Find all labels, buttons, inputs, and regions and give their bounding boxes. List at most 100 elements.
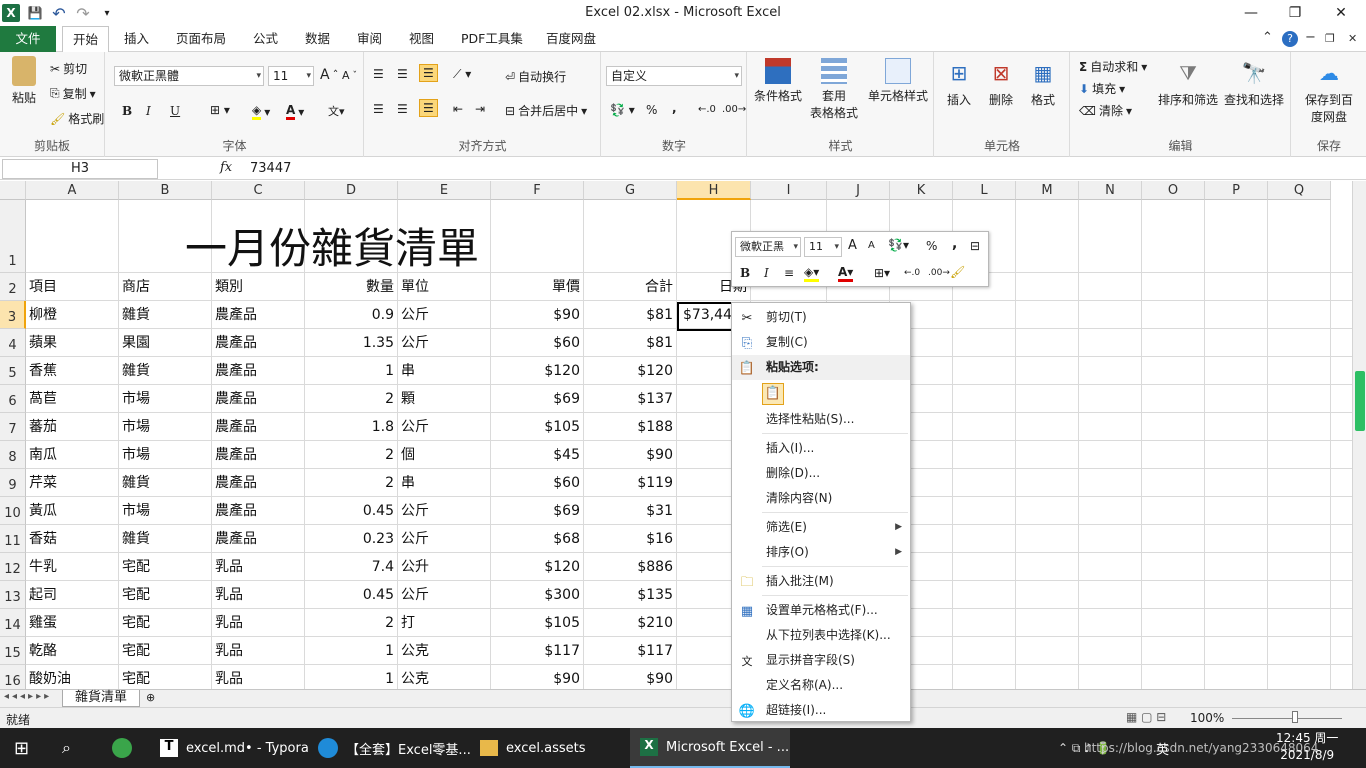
zoom-level[interactable]: 100%	[1190, 711, 1224, 725]
header-cell[interactable]: 類別	[215, 273, 243, 301]
column-header[interactable]: A	[26, 181, 119, 200]
table-cell[interactable]: $135	[584, 581, 673, 609]
column-header[interactable]: Q	[1268, 181, 1331, 200]
sheet-nav-arrows-icon[interactable]: ◂◂◂▸▸▸	[4, 691, 52, 702]
table-cell[interactable]: $69	[491, 497, 580, 525]
taskbar-folder[interactable]: excel.assets	[480, 728, 586, 768]
header-cell[interactable]: 合計	[584, 273, 673, 301]
table-cell[interactable]: 雜貨	[122, 525, 150, 553]
table-cell[interactable]: 2	[305, 385, 394, 413]
header-cell[interactable]: 單價	[491, 273, 580, 301]
comma-button[interactable]: ,	[672, 101, 677, 115]
mini-size-select[interactable]: 11 ▾	[804, 237, 842, 257]
row-header[interactable]: 8	[0, 441, 26, 469]
ribbon-minimize-icon[interactable]: −	[1305, 30, 1316, 45]
align-center-icon[interactable]: ☰	[397, 102, 408, 116]
table-cell[interactable]: 0.9	[305, 301, 394, 329]
column-header[interactable]: M	[1016, 181, 1079, 200]
table-cell[interactable]: 雜貨	[122, 301, 150, 329]
borders-icon[interactable]: ⊞ ▾	[210, 103, 230, 117]
table-cell[interactable]: 香菇	[29, 525, 57, 553]
menu-format-cells[interactable]: ▦ 设置单元格格式(F)...	[732, 598, 910, 623]
table-cell[interactable]: 公斤	[401, 497, 429, 525]
table-cell[interactable]: $120	[491, 357, 580, 385]
menu-insert[interactable]: 插入(I)...	[732, 436, 910, 461]
table-cell[interactable]: 乳品	[215, 665, 243, 689]
restore-button[interactable]: ❐	[1272, 2, 1318, 24]
table-cell[interactable]: $886	[584, 553, 673, 581]
menu-cut[interactable]: ✂ 剪切(T)	[732, 305, 910, 330]
table-cell[interactable]: 1	[305, 665, 394, 689]
table-cell[interactable]: $90	[584, 665, 673, 689]
table-cell[interactable]: 農產品	[215, 357, 257, 385]
table-cell[interactable]: 農產品	[215, 385, 257, 413]
menu-paste-special[interactable]: 选择性粘贴(S)...	[732, 407, 910, 432]
format-table-button[interactable]: 套用 表格格式	[806, 58, 862, 121]
table-cell[interactable]: 起司	[29, 581, 57, 609]
column-header[interactable]: B	[119, 181, 212, 200]
tab-page-layout[interactable]: 页面布局	[166, 26, 236, 52]
align-bottom-icon[interactable]: ☰	[419, 64, 438, 82]
bold-button[interactable]: B	[122, 104, 132, 118]
row-header[interactable]: 3	[0, 301, 26, 329]
table-cell[interactable]: 柳橙	[29, 301, 57, 329]
conditional-format-button[interactable]: 条件格式	[750, 58, 806, 104]
orientation-icon[interactable]: ⟋ ▾	[453, 67, 471, 82]
row-header[interactable]: 16	[0, 665, 26, 689]
tab-view[interactable]: 视图	[399, 26, 444, 52]
menu-pick-from-list[interactable]: 从下拉列表中选择(K)...	[732, 623, 910, 648]
table-cell[interactable]: 0.23	[305, 525, 394, 553]
header-cell[interactable]: 單位	[401, 273, 429, 301]
ribbon-close-icon[interactable]: ✕	[1348, 32, 1357, 45]
decrease-decimal-icon[interactable]: .00→	[722, 104, 746, 115]
tab-file[interactable]: 文件	[0, 26, 56, 52]
table-cell[interactable]: $90	[491, 301, 580, 329]
mini-dec-decimal-icon[interactable]: .00→	[928, 268, 950, 278]
row-header[interactable]: 11	[0, 525, 26, 553]
name-box[interactable]: H3	[2, 159, 158, 179]
table-cell[interactable]: 1.8	[305, 413, 394, 441]
mini-font-color-icon[interactable]: A▾	[838, 265, 854, 282]
tab-baidu-netdisk[interactable]: 百度网盘	[536, 26, 606, 52]
header-cell[interactable]: 商店	[122, 273, 150, 301]
table-cell[interactable]: 公斤	[401, 413, 429, 441]
zoom-slider-thumb[interactable]	[1292, 711, 1298, 723]
table-cell[interactable]: 宅配	[122, 553, 150, 581]
mini-bold-button[interactable]: B	[740, 266, 750, 280]
table-cell[interactable]: $188	[584, 413, 673, 441]
menu-copy[interactable]: ⎘ 复制(C)	[732, 330, 910, 355]
menu-phonetic[interactable]: 文显示拼音字段(S)	[732, 648, 910, 673]
taskbar-typora[interactable]: Texcel.md• - Typora	[160, 728, 309, 768]
column-header[interactable]: N	[1079, 181, 1142, 200]
table-cell[interactable]: $81	[584, 301, 673, 329]
new-sheet-icon[interactable]: ⊕	[146, 691, 155, 704]
table-cell[interactable]: $45	[491, 441, 580, 469]
table-cell[interactable]: $69	[491, 385, 580, 413]
column-header[interactable]: K	[890, 181, 953, 200]
table-cell[interactable]: $81	[584, 329, 673, 357]
formula-input[interactable]: 73447	[250, 161, 291, 176]
delete-cells-button[interactable]: ⊠ 删除	[983, 58, 1019, 108]
row-header[interactable]: 13	[0, 581, 26, 609]
tab-review[interactable]: 审阅	[347, 26, 392, 52]
table-cell[interactable]: 農產品	[215, 441, 257, 469]
align-right-icon[interactable]: ☰	[419, 99, 438, 117]
shrink-font-button[interactable]: Aˇ	[342, 69, 357, 82]
tab-formulas[interactable]: 公式	[243, 26, 288, 52]
sort-filter-button[interactable]: ⧩ 排序和筛选	[1157, 58, 1219, 108]
table-cell[interactable]: 2	[305, 469, 394, 497]
close-button[interactable]: ✕	[1318, 2, 1364, 24]
minimize-button[interactable]: —	[1228, 2, 1274, 24]
table-cell[interactable]: $60	[491, 469, 580, 497]
menu-hyperlink[interactable]: 🌐 超链接(I)...	[732, 698, 910, 723]
row-header[interactable]: 2	[0, 273, 26, 301]
table-cell[interactable]: 南瓜	[29, 441, 57, 469]
table-cell[interactable]: 乾酪	[29, 637, 57, 665]
table-cell[interactable]: $60	[491, 329, 580, 357]
sheet-title[interactable]: 一月份雜貨清單	[185, 215, 479, 276]
format-cells-button[interactable]: ▦ 格式	[1025, 58, 1061, 108]
table-cell[interactable]: 2	[305, 609, 394, 637]
font-color-icon[interactable]: A ▾	[286, 103, 304, 120]
row-header[interactable]: 6	[0, 385, 26, 413]
menu-filter[interactable]: 筛选(E) ▶	[732, 515, 910, 540]
